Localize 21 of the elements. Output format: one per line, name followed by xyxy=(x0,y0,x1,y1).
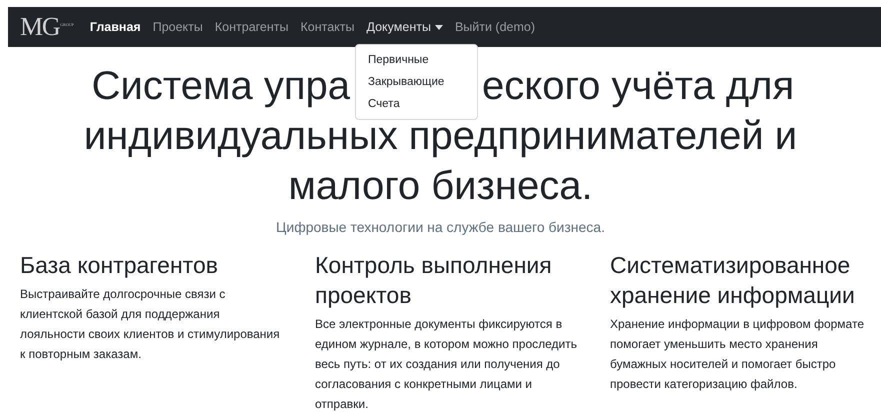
feature-text: Все электронные документы фиксируются в едином журнале, в котором можно проследить весь путь: от их создания или получения до согласования с конкретными лицами и отправки. xyxy=(315,316,577,413)
nav-link[interactable]: Контакты xyxy=(294,18,360,36)
feature-title: Контроль выполнения проектов xyxy=(315,251,553,310)
nav-link[interactable]: Главная xyxy=(84,18,147,36)
nav-dropdown[interactable]: Документы xyxy=(360,18,449,36)
dropdown-item[interactable]: Первичные xyxy=(356,49,477,71)
caret-icon xyxy=(434,24,443,30)
nav-link[interactable]: Выйти (demo) xyxy=(448,18,542,36)
dropdown-item[interactable]: Счета xyxy=(356,93,477,115)
feature-title: База контрагентов xyxy=(20,251,219,280)
hero-title: еского учёта для xyxy=(482,63,794,110)
feature-title: Систематизированное хранение информации xyxy=(610,251,856,310)
hero-title: индивидуальных предпринимателей и xyxy=(84,114,798,158)
nav-link[interactable]: Проекты xyxy=(146,18,209,36)
nav-link[interactable]: Контрагенты xyxy=(208,18,294,36)
hero-title: малого бизнеса. xyxy=(288,164,593,208)
feature-text: Хранение информации в цифровом формате помогает уменьшить место хранения бумажных носителей и помогает быстро провести категоризацию файлов. xyxy=(610,316,865,393)
hero-title: Система упра xyxy=(90,63,350,110)
feature-text: Выстраивайте долгосрочные связи с клиентской базой для поддержания лояльности своих клиентов и стимулирования к повторным заказам. xyxy=(20,286,281,363)
dropdown-item[interactable]: Закрывающие xyxy=(356,71,477,93)
hero-subtitle: Цифровые технологии на службе вашего бизнеса. xyxy=(275,218,606,237)
